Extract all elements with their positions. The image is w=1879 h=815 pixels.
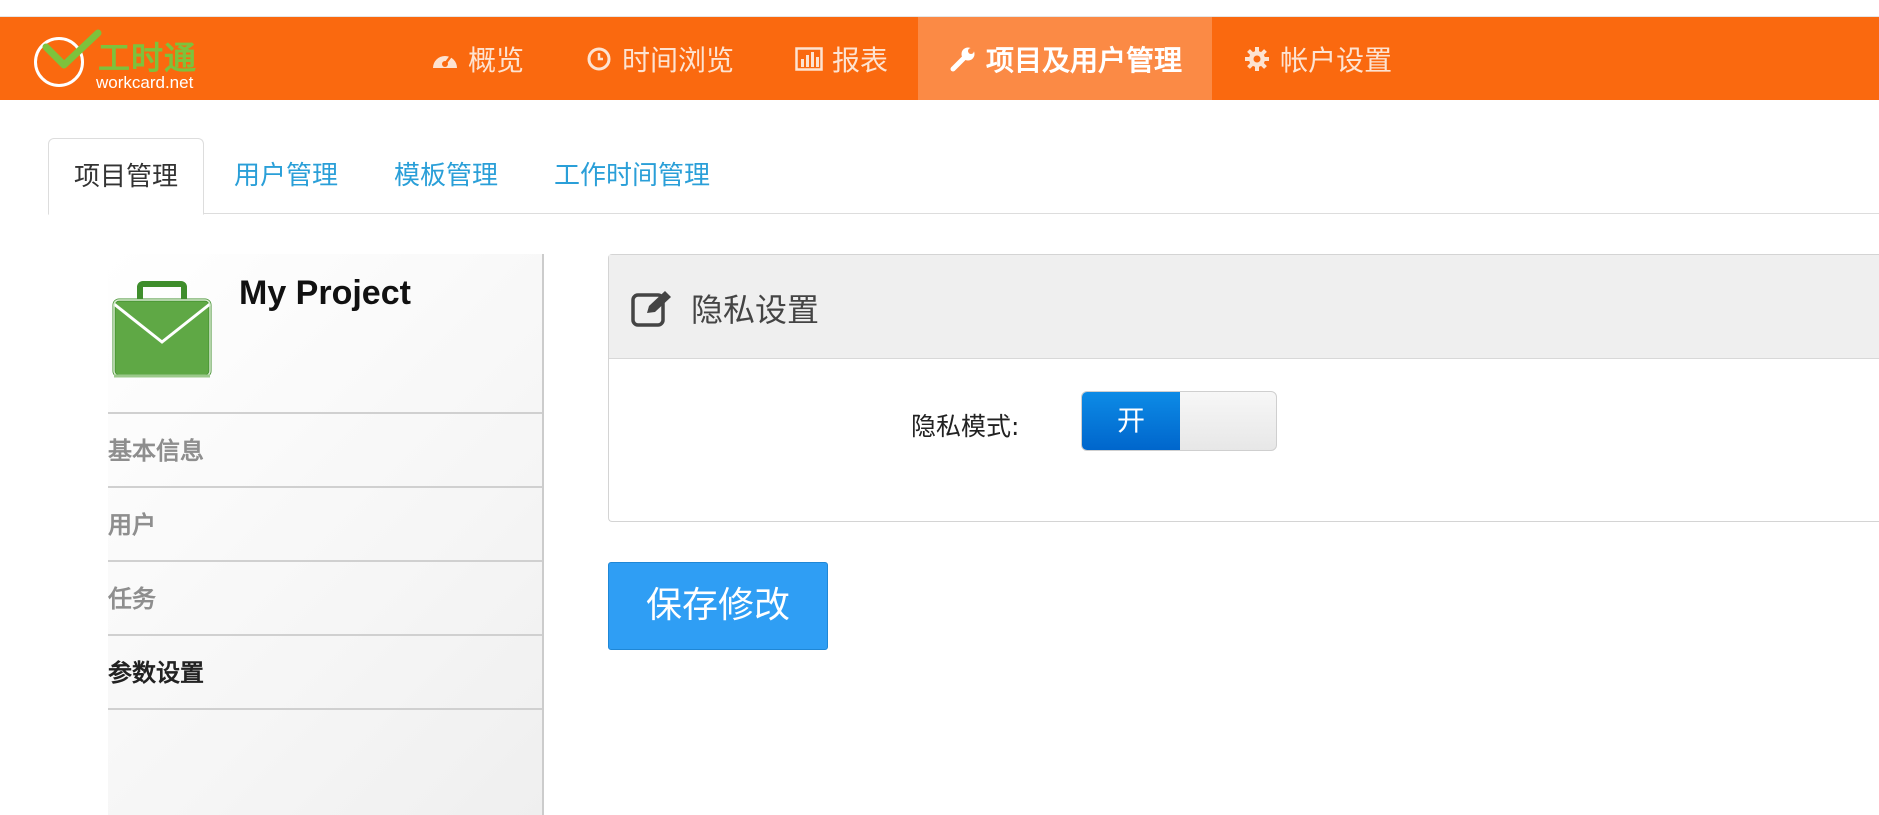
nav-label: 帐户设置 bbox=[1280, 43, 1393, 77]
privacy-mode-label: 隐私模式: bbox=[911, 412, 1020, 441]
nav-item-reports[interactable]: 报表 bbox=[764, 17, 918, 100]
sidebar-item-users[interactable]: 用户 bbox=[108, 488, 542, 562]
panel-header: 隐私设置 bbox=[609, 255, 1879, 359]
sidebar-item-tasks[interactable]: 任务 bbox=[108, 562, 542, 636]
save-changes-button[interactable]: 保存修改 bbox=[608, 562, 828, 650]
nav-label: 时间浏览 bbox=[622, 43, 735, 77]
nav-label: 项目及用户管理 bbox=[986, 43, 1183, 77]
nav-item-time-browse[interactable]: 时间浏览 bbox=[554, 17, 764, 100]
clock-icon bbox=[584, 44, 614, 74]
briefcase-icon bbox=[112, 281, 212, 378]
nav-item-account-settings[interactable]: 帐户设置 bbox=[1212, 17, 1422, 100]
main-nav: 概览 时间浏览 报表 项目及用户管理 帐户设置 bbox=[400, 17, 1422, 100]
tab-template-management[interactable]: 模板管理 bbox=[394, 138, 498, 214]
dashboard-icon bbox=[430, 44, 460, 74]
top-navbar: 工时通 workcard.net 概览 时间浏览 报表 项目及用户管理 帐户设置 bbox=[0, 17, 1879, 100]
top-strip bbox=[0, 0, 1879, 17]
nav-item-overview[interactable]: 概览 bbox=[400, 17, 554, 100]
nav-item-project-user-management[interactable]: 项目及用户管理 bbox=[918, 17, 1213, 100]
tab-work-time-management[interactable]: 工作时间管理 bbox=[554, 138, 710, 214]
logo-subtext: workcard.net bbox=[96, 73, 194, 92]
panel-title: 隐私设置 bbox=[691, 291, 820, 329]
project-name: My Project bbox=[239, 274, 411, 312]
project-header: My Project bbox=[108, 254, 542, 414]
nav-label: 报表 bbox=[832, 43, 889, 77]
sub-tabs: 项目管理 用户管理 模板管理 工作时间管理 bbox=[48, 138, 1879, 215]
toggle-on-label: 开 bbox=[1082, 392, 1180, 450]
tab-project-management[interactable]: 项目管理 bbox=[48, 138, 205, 215]
checkmark-logo-icon bbox=[42, 29, 102, 69]
privacy-mode-toggle[interactable]: 开 bbox=[1081, 391, 1277, 451]
logo[interactable]: 工时通 workcard.net bbox=[28, 27, 208, 93]
nav-label: 概览 bbox=[468, 43, 525, 77]
project-sidebar: My Project 基本信息 用户 任务 参数设置 bbox=[108, 254, 544, 815]
sidebar-item-parameter-settings[interactable]: 参数设置 bbox=[108, 636, 542, 710]
gear-icon bbox=[1242, 44, 1272, 74]
tab-user-management[interactable]: 用户管理 bbox=[234, 138, 338, 214]
wrench-icon bbox=[948, 44, 978, 74]
bar-chart-icon bbox=[794, 44, 824, 74]
edit-icon bbox=[631, 291, 671, 327]
privacy-settings-panel: 隐私设置 隐私模式: 开 bbox=[608, 254, 1879, 522]
sidebar-item-basic-info[interactable]: 基本信息 bbox=[108, 414, 542, 488]
